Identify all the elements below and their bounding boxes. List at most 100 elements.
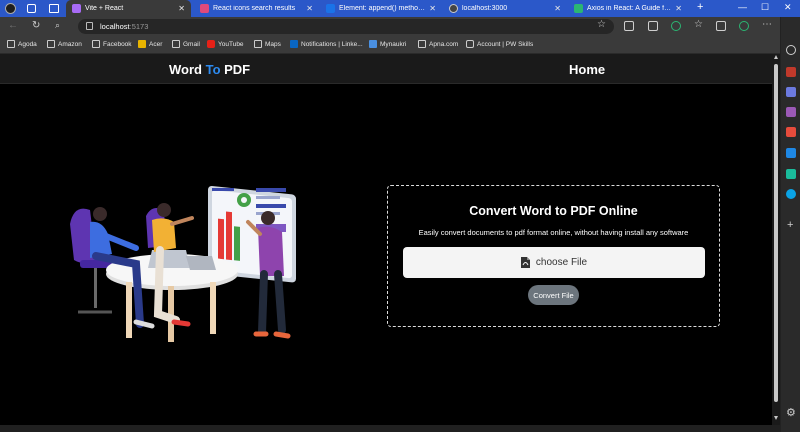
folder-icon: [138, 40, 146, 48]
bookmark-label: Account | PW Skills: [477, 40, 534, 48]
bookmark-maps[interactable]: Maps: [254, 40, 281, 48]
choose-file-label: choose File: [535, 257, 588, 268]
add-sidebar-app-icon[interactable]: +: [787, 219, 793, 231]
bookmark-doc-icon: [418, 40, 426, 48]
page-scrollbar[interactable]: [772, 54, 780, 425]
edge-sidebar: + ⚙: [780, 17, 800, 432]
upload-card: Convert Word to PDF Online Easily conver…: [387, 185, 720, 327]
search-sidebar-icon[interactable]: [786, 45, 796, 55]
close-tab-icon[interactable]: ✕: [675, 4, 682, 13]
bookmark-agoda[interactable]: Agoda: [7, 40, 37, 48]
address-bar[interactable]: localhost:5173 ☆: [78, 19, 614, 34]
site-info-icon[interactable]: [86, 22, 93, 30]
bookmark-amazon[interactable]: Amazon: [47, 40, 82, 48]
extensions-icon[interactable]: [624, 21, 634, 31]
url-port: :5173: [129, 22, 149, 31]
bookmark-pw-skills[interactable]: Account | PW Skills: [466, 40, 533, 48]
minimize-button[interactable]: —: [738, 2, 747, 12]
bookmark-acer[interactable]: Acer: [138, 40, 162, 48]
bookmark-linkedin[interactable]: Notifications | Linke...: [290, 40, 363, 48]
shopping-icon[interactable]: [786, 67, 796, 77]
favorites-icon[interactable]: ☆: [694, 19, 703, 30]
naukri-icon: [369, 40, 377, 48]
axios-favicon-icon: [574, 4, 583, 13]
workspaces-icon[interactable]: [27, 4, 36, 13]
maximize-button[interactable]: ☐: [761, 2, 769, 13]
split-screen-icon[interactable]: [648, 21, 658, 31]
tab-axios-react[interactable]: Axios in React: A Guide for Begi ✕: [568, 0, 688, 17]
close-tab-icon[interactable]: ✕: [178, 4, 185, 13]
tab-strip: Vite + React ✕ React icons search result…: [0, 0, 800, 17]
bookmark-label: Facebook: [103, 40, 132, 48]
close-tab-icon[interactable]: ✕: [554, 4, 561, 13]
brand-word: Word: [169, 62, 206, 77]
taskbar-strip: [0, 425, 780, 432]
tab-react-icons[interactable]: React icons search results ✕: [194, 0, 319, 17]
back-arrow-icon[interactable]: ←: [8, 20, 18, 31]
scrollbar-thumb[interactable]: [774, 64, 778, 402]
drop-icon[interactable]: [786, 169, 796, 179]
tab-element-append[interactable]: Element: append() method - We ✕: [320, 0, 442, 17]
scroll-down-arrow-icon[interactable]: [774, 416, 778, 420]
bookmark-mynaukri[interactable]: Mynaukri: [369, 40, 406, 48]
bookmark-facebook[interactable]: Facebook: [92, 40, 132, 48]
bookmark-youtube[interactable]: YouTube: [207, 40, 244, 48]
new-tab-button[interactable]: +: [697, 1, 703, 13]
sidebar-settings-icon[interactable]: ⚙: [786, 406, 796, 419]
bookmark-label: Apna.com: [429, 40, 459, 48]
close-window-button[interactable]: ✕: [784, 2, 792, 13]
bookmark-gmail[interactable]: Gmail: [172, 40, 200, 48]
bookmark-doc-icon: [47, 40, 55, 48]
more-options-icon[interactable]: ⋯: [762, 19, 772, 30]
bookmark-apna[interactable]: Apna.com: [418, 40, 458, 48]
tab-title: Vite + React: [85, 5, 124, 12]
url-text[interactable]: localhost:5173: [100, 22, 148, 31]
page-viewport: Word To PDF Home Convert Word to PDF Onl…: [0, 54, 772, 425]
skype-icon[interactable]: [786, 189, 796, 199]
bookmark-label: Amazon: [58, 40, 82, 48]
tab-title: localhost:3000: [462, 5, 508, 12]
search-icon[interactable]: ⌕: [55, 20, 60, 31]
outlook-icon[interactable]: [786, 148, 796, 158]
card-title: Convert Word to PDF Online: [469, 204, 638, 218]
bookmark-label: Gmail: [183, 40, 200, 48]
convert-file-button[interactable]: Convert File: [528, 285, 579, 305]
profile-avatar[interactable]: [5, 3, 16, 14]
home-link[interactable]: Home: [569, 62, 605, 77]
tab-localhost-3000[interactable]: localhost:3000 ✕: [443, 0, 567, 17]
tab-actions-icon[interactable]: [49, 4, 59, 13]
refresh-icon[interactable]: ↻: [32, 20, 40, 31]
card-subtitle: Easily convert documents to pdf format o…: [418, 228, 689, 237]
brand-logo[interactable]: Word To PDF: [169, 62, 250, 77]
scroll-up-arrow-icon[interactable]: [774, 55, 778, 59]
tab-title: React icons search results: [213, 5, 296, 12]
tab-title: Axios in React: A Guide for Begi: [587, 5, 671, 12]
extension-green-icon[interactable]: [671, 21, 681, 31]
brand-to: To: [205, 62, 221, 77]
collections-icon[interactable]: [716, 21, 726, 31]
favorite-star-icon[interactable]: ☆: [597, 19, 606, 30]
bookmark-doc-icon: [92, 40, 100, 48]
bookmark-label: Agoda: [18, 40, 37, 48]
localhost-favicon-icon: [449, 4, 458, 13]
tools-icon[interactable]: [786, 87, 796, 97]
bookmarks-bar: Agoda Amazon Facebook Acer Gmail YouTube…: [0, 36, 800, 54]
tab-vite-react[interactable]: Vite + React ✕: [66, 0, 191, 17]
close-tab-icon[interactable]: ✕: [306, 4, 313, 13]
react-icons-favicon-icon: [200, 4, 209, 13]
address-bar-row: ← ↻ ⌕ localhost:5173 ☆ ☆ ⋯: [0, 17, 800, 36]
choose-file-button[interactable]: choose File: [403, 247, 705, 278]
file-pdf-icon: [520, 257, 530, 268]
linkedin-icon: [290, 40, 298, 48]
mdn-favicon-icon: [326, 4, 335, 13]
bookmark-label: YouTube: [218, 40, 244, 48]
copilot-vpn-icon[interactable]: [739, 21, 749, 31]
team-illustration: [70, 185, 296, 342]
games-icon[interactable]: [786, 107, 796, 117]
bookmark-doc-icon: [7, 40, 15, 48]
close-tab-icon[interactable]: ✕: [429, 4, 436, 13]
bookmark-doc-icon: [254, 40, 262, 48]
url-host: localhost: [100, 22, 130, 31]
office-icon[interactable]: [786, 127, 796, 137]
bookmark-label: Maps: [265, 40, 281, 48]
